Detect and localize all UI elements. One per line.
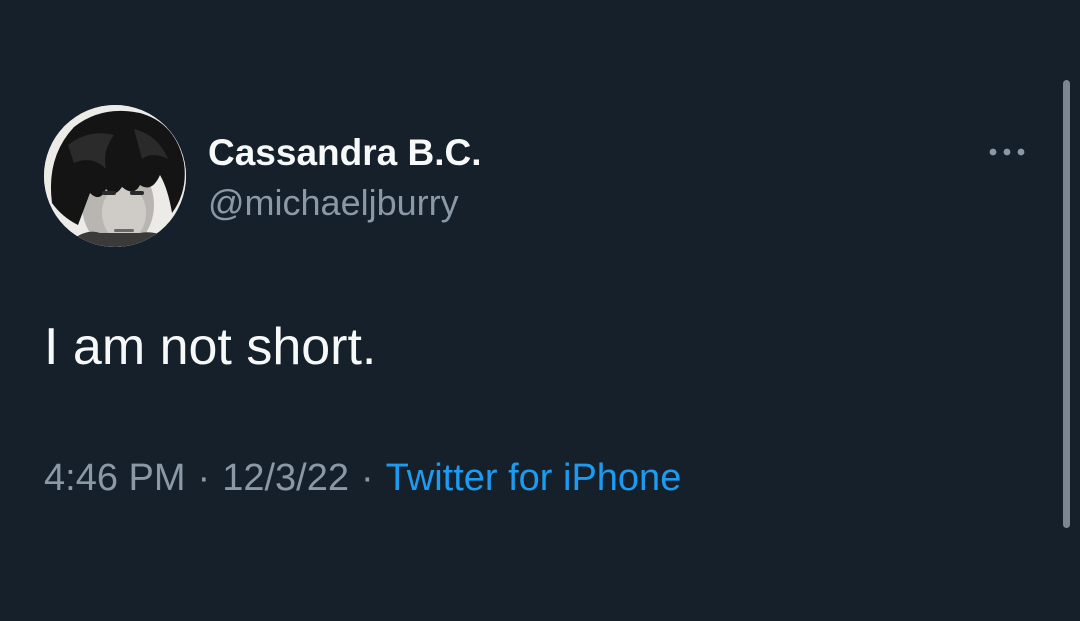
tweet-text: I am not short. <box>44 318 377 376</box>
tweet-time[interactable]: 4:46 PM <box>44 457 186 499</box>
author-handle[interactable]: @michaeljburry <box>208 182 459 224</box>
scrollbar[interactable] <box>1063 80 1070 528</box>
tweet: Cassandra B.C. @michaeljburry I am not s… <box>0 0 1080 621</box>
avatar-image <box>44 105 186 247</box>
avatar[interactable] <box>44 105 186 247</box>
separator: · <box>197 457 211 499</box>
more-options-button[interactable] <box>982 136 1032 168</box>
more-options-icon <box>989 148 1025 156</box>
tweet-date[interactable]: 12/3/22 <box>222 457 349 499</box>
author-display-name[interactable]: Cassandra B.C. <box>208 131 482 175</box>
tweet-source-link[interactable]: Twitter for iPhone <box>386 457 682 499</box>
tweet-metadata: 4:46 PM · 12/3/22 · Twitter for iPhone <box>44 455 681 501</box>
separator: · <box>360 457 374 499</box>
